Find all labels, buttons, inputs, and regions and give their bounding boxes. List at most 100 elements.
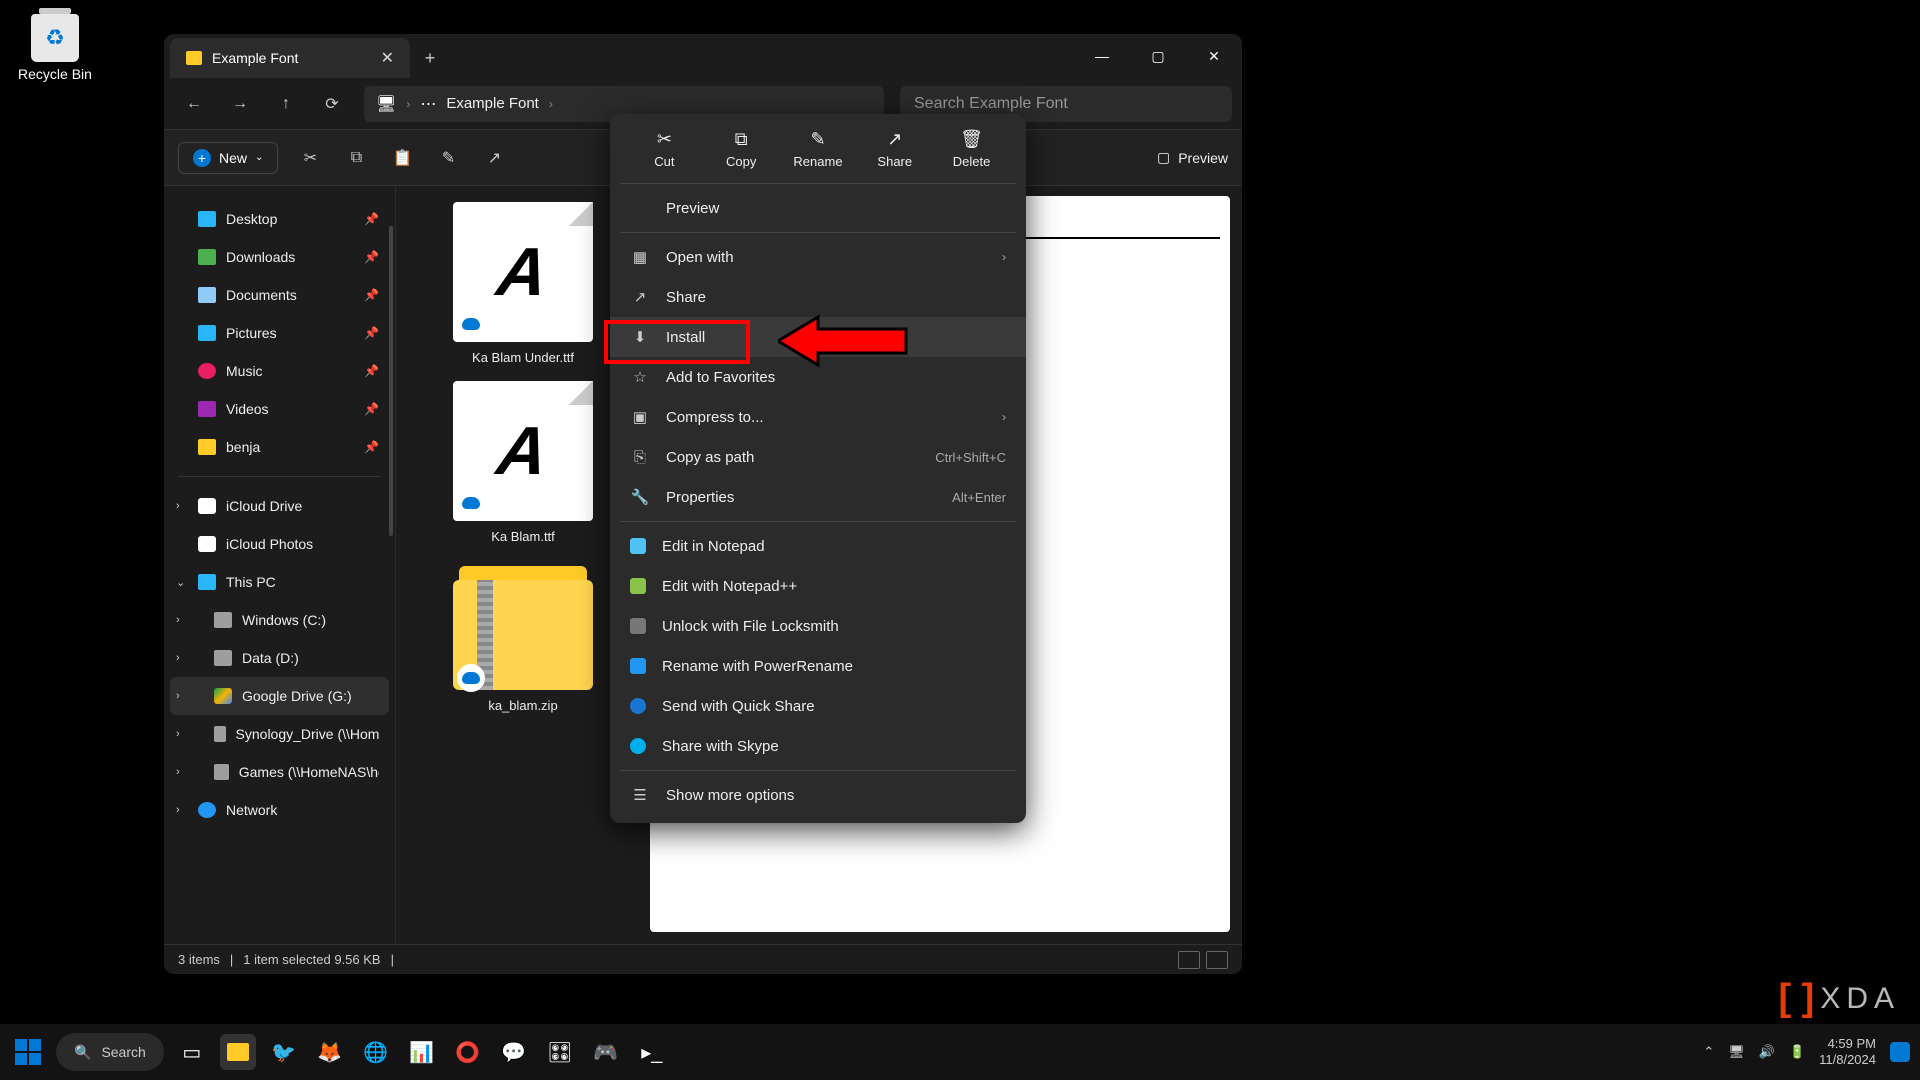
back-button[interactable]: ← [174,86,214,122]
pin-icon: 📌 [364,250,379,264]
terminal-app[interactable]: ▸_ [634,1034,670,1070]
sidebar-drive-games[interactable]: ›Games (\\HomeNAS\home) [170,753,389,791]
rename-icon[interactable]: ✎ [434,144,462,172]
music-icon [198,363,216,379]
more-path-icon[interactable]: ⋯ [420,94,436,114]
firefox-app[interactable]: 🦊 [312,1034,348,1070]
sidebar-drive-google[interactable]: ›Google Drive (G:) [170,677,389,715]
sidebar-item-videos[interactable]: Videos📌 [170,390,389,428]
ctx-show-more[interactable]: ☰Show more options [610,775,1026,815]
sidebar-drive-d[interactable]: ›Data (D:) [170,639,389,677]
new-button[interactable]: + New ⌄ [178,142,278,174]
taskbar-search[interactable]: 🔍Search [56,1033,164,1071]
file-ka-blam[interactable]: A Ka Blam.ttf [406,381,640,544]
volume-icon[interactable]: 🔊 [1759,1044,1775,1060]
sidebar-item-music[interactable]: Music📌 [170,352,389,390]
forward-button[interactable]: → [220,86,260,122]
chrome-app[interactable]: 🌐 [358,1034,394,1070]
ctx-open-with[interactable]: ▦Open with› [610,237,1026,277]
sidebar-item-documents[interactable]: Documents📌 [170,276,389,314]
ctx-properties[interactable]: 🔧PropertiesAlt+Enter [610,477,1026,517]
up-button[interactable]: ↑ [266,86,306,122]
ctx-copy-path[interactable]: ⎘Copy as pathCtrl+Shift+C [610,437,1026,477]
path-icon: ⎘ [630,449,650,466]
file-explorer-app[interactable] [220,1034,256,1070]
ctx-file-locksmith[interactable]: Unlock with File Locksmith [610,606,1026,646]
ctx-rename[interactable]: ✎Rename [789,128,847,169]
ctx-share[interactable]: ↗Share [866,128,924,169]
cloud-sync-icon [457,489,485,517]
file-ka-blam-under[interactable]: A Ka Blam Under.ttf [406,202,640,365]
new-tab-button[interactable]: + [410,38,450,78]
preview-pane-button[interactable]: ▢ Preview [1157,149,1228,166]
quickshare-icon [630,698,646,714]
chevron-right-icon[interactable]: › [176,690,180,702]
skype-icon [630,738,646,754]
tab-example-font[interactable]: Example Font ✕ [170,38,410,78]
ctx-edit-notepad[interactable]: Edit in Notepad [610,526,1026,566]
ctx-powerrename[interactable]: Rename with PowerRename [610,646,1026,686]
minimize-button[interactable]: — [1074,34,1130,78]
chevron-right-icon[interactable]: › [176,766,180,778]
chevron-right-icon[interactable]: › [176,728,180,740]
tray-chevron-icon[interactable]: ⌃ [1703,1044,1714,1060]
ctx-skype[interactable]: Share with Skype [610,726,1026,766]
notifications-button[interactable] [1890,1042,1910,1062]
file-ka-blam-zip[interactable]: ka_blam.zip [406,560,640,713]
chevron-right-icon[interactable]: › [176,500,180,512]
app-icon[interactable]: 🎮 [588,1034,624,1070]
chevron-right-icon[interactable]: › [176,652,180,664]
sidebar-item-icloud-photos[interactable]: iCloud Photos [170,525,389,563]
app-icon[interactable]: 🎛 [542,1034,578,1070]
app-icon[interactable]: 💬 [496,1034,532,1070]
taskbar: 🔍Search ▭ 🐦 🦊 🌐 📊 ⭕ 💬 🎛 🎮 ▸_ ⌃ 🖥 🔊 🔋 4:5… [0,1024,1920,1080]
share-icon[interactable]: ↗ [480,144,508,172]
task-view-button[interactable]: ▭ [174,1034,210,1070]
maximize-button[interactable]: ▢ [1130,34,1186,78]
chevron-down-icon: ⌄ [255,152,263,163]
sidebar-item-this-pc[interactable]: ⌄This PC [170,563,389,601]
share-icon: ↗ [630,288,650,306]
app-icon[interactable]: 📊 [404,1034,440,1070]
refresh-button[interactable]: ⟳ [312,86,352,122]
close-window-button[interactable]: ✕ [1186,34,1242,78]
ctx-compress[interactable]: ▣Compress to...› [610,397,1026,437]
app-icon[interactable]: 🐦 [266,1034,302,1070]
chevron-right-icon[interactable]: › [176,614,180,626]
scrollbar[interactable] [389,226,393,536]
details-view-button[interactable] [1178,951,1200,969]
sidebar-drive-c[interactable]: ›Windows (C:) [170,601,389,639]
ctx-preview[interactable]: Preview [610,188,1026,228]
ctx-quick-share[interactable]: Send with Quick Share [610,686,1026,726]
copy-icon[interactable]: ⧉ [342,144,370,172]
sidebar-drive-synology[interactable]: ›Synology_Drive (\\HomeNAS\home) [170,715,389,753]
close-tab-icon[interactable]: ✕ [381,48,394,68]
tray-icon[interactable]: 🖥 [1728,1044,1745,1060]
compress-icon: ▣ [630,408,650,426]
sidebar-item-icloud-drive[interactable]: ›iCloud Drive [170,487,389,525]
sidebar-item-desktop[interactable]: Desktop📌 [170,200,389,238]
breadcrumb[interactable]: Example Font [446,95,539,112]
sidebar-item-downloads[interactable]: Downloads📌 [170,238,389,276]
start-button[interactable] [10,1034,46,1070]
paste-icon[interactable]: 📋 [388,144,416,172]
status-selected: 1 item selected 9.56 KB [243,952,380,967]
ctx-cut[interactable]: ✂Cut [635,128,693,169]
recycle-bin[interactable]: ♻ Recycle Bin [10,14,100,82]
icons-view-button[interactable] [1206,951,1228,969]
battery-icon[interactable]: 🔋 [1789,1044,1805,1060]
chevron-down-icon[interactable]: ⌄ [176,576,185,589]
cut-icon[interactable]: ✂ [296,144,324,172]
ctx-delete[interactable]: 🗑Delete [943,128,1001,169]
icloud-photos-icon [198,536,216,552]
app-icon[interactable]: ⭕ [450,1034,486,1070]
sidebar-item-benja[interactable]: benja📌 [170,428,389,466]
sidebar-item-pictures[interactable]: Pictures📌 [170,314,389,352]
sidebar-item-network[interactable]: ›Network [170,791,389,829]
ctx-copy[interactable]: ⧉Copy [712,128,770,169]
tab-title: Example Font [212,50,298,66]
delete-icon: 🗑 [960,128,983,150]
chevron-right-icon[interactable]: › [176,804,180,816]
clock[interactable]: 4:59 PM 11/8/2024 [1819,1036,1876,1067]
ctx-edit-notepadpp[interactable]: Edit with Notepad++ [610,566,1026,606]
